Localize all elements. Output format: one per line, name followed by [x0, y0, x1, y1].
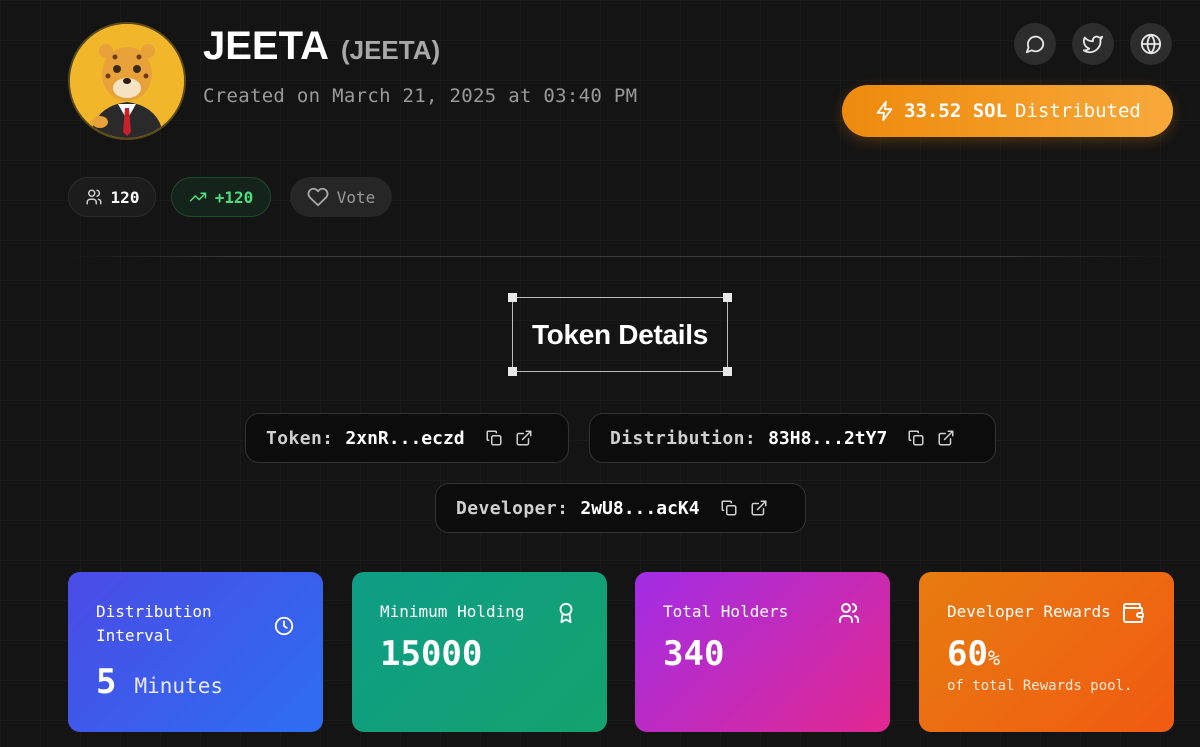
card-label: Distribution Interval: [96, 600, 295, 648]
address-value: 2wU8...acK4: [580, 497, 700, 519]
holders-count: 120: [110, 187, 140, 207]
address-label: Token:: [266, 427, 334, 449]
resize-handle: [508, 367, 517, 376]
twitter-icon: [1082, 35, 1104, 54]
wallet-icon: [1121, 601, 1145, 629]
vote-label: Vote: [336, 187, 376, 207]
sol-amount: 33.52 SOL: [904, 100, 1008, 122]
external-link-button[interactable]: [937, 429, 955, 447]
token-avatar: [68, 22, 186, 140]
address-label: Distribution:: [610, 427, 757, 449]
card-caption: of total Rewards pool.: [947, 678, 1133, 694]
lightning-icon: [876, 100, 893, 122]
award-icon: [555, 601, 577, 629]
copy-icon: [486, 430, 502, 446]
chat-icon: [1025, 35, 1045, 54]
distribution-address-pill: Distribution: 83H8...2tY7: [589, 413, 996, 463]
address-value: 83H8...2tY7: [768, 427, 888, 449]
developer-address-pill: Developer: 2wU8...acK4: [435, 483, 806, 533]
trend-chip: +120: [171, 177, 271, 217]
twitter-button[interactable]: [1072, 23, 1114, 65]
card-label-line: Interval: [96, 626, 174, 645]
minimum-holding-card: Minimum Holding 15000: [352, 572, 607, 732]
copy-icon: [721, 500, 737, 516]
card-unit: Minutes: [134, 674, 223, 698]
globe-icon: [1140, 33, 1162, 55]
external-link-button[interactable]: [750, 499, 768, 517]
token-address-pill: Token: 2xnR...eczd: [245, 413, 569, 463]
vote-button[interactable]: Vote: [290, 177, 392, 217]
copy-button[interactable]: [485, 429, 503, 447]
card-label: Developer Rewards: [947, 602, 1111, 621]
distribution-interval-card: Distribution Interval 5 Minutes: [68, 572, 323, 732]
total-holders-card: Total Holders 340: [635, 572, 890, 732]
sol-distributed-badge: 33.52 SOL Distributed: [842, 85, 1173, 137]
external-link-button[interactable]: [515, 429, 533, 447]
token-title: JEETA (JEETA): [203, 24, 440, 69]
chat-button[interactable]: [1014, 23, 1056, 65]
copy-button[interactable]: [720, 499, 738, 517]
address-value: 2xnR...eczd: [345, 427, 465, 449]
section-divider: [68, 256, 1173, 257]
developer-rewards-card: Developer Rewards 60 % of total Rewards …: [919, 572, 1174, 732]
card-value: 5: [96, 662, 117, 702]
copy-button[interactable]: [907, 429, 925, 447]
resize-handle: [723, 293, 732, 302]
card-value: 60: [947, 634, 988, 674]
heart-icon: [307, 187, 329, 207]
card-value: 15000: [380, 634, 483, 674]
clock-icon: [273, 615, 295, 641]
website-button[interactable]: [1130, 23, 1172, 65]
resize-handle: [508, 293, 517, 302]
card-label-line: Distribution: [96, 602, 212, 621]
external-link-icon: [938, 430, 954, 446]
token-details-heading-box: Token Details: [508, 293, 732, 376]
created-date: Created on March 21, 2025 at 03:40 PM: [203, 85, 638, 107]
trending-up-icon: [189, 192, 206, 202]
copy-icon: [908, 430, 924, 446]
card-unit: %: [987, 646, 1000, 670]
holders-count-chip: 120: [68, 177, 156, 217]
trend-value: +120: [214, 187, 254, 207]
external-link-icon: [516, 430, 532, 446]
resize-handle: [723, 367, 732, 376]
card-value: 340: [663, 634, 725, 674]
token-ticker: (JEETA): [340, 35, 441, 65]
users-icon: [86, 189, 102, 205]
section-title: Token Details: [531, 318, 709, 350]
card-label: Minimum Holding: [380, 602, 525, 621]
distributed-label: Distributed: [1015, 100, 1141, 122]
external-link-icon: [751, 500, 767, 516]
card-label: Total Holders: [663, 602, 789, 621]
address-label: Developer:: [456, 497, 569, 519]
token-name: JEETA: [203, 24, 329, 68]
users-icon: [837, 601, 861, 629]
